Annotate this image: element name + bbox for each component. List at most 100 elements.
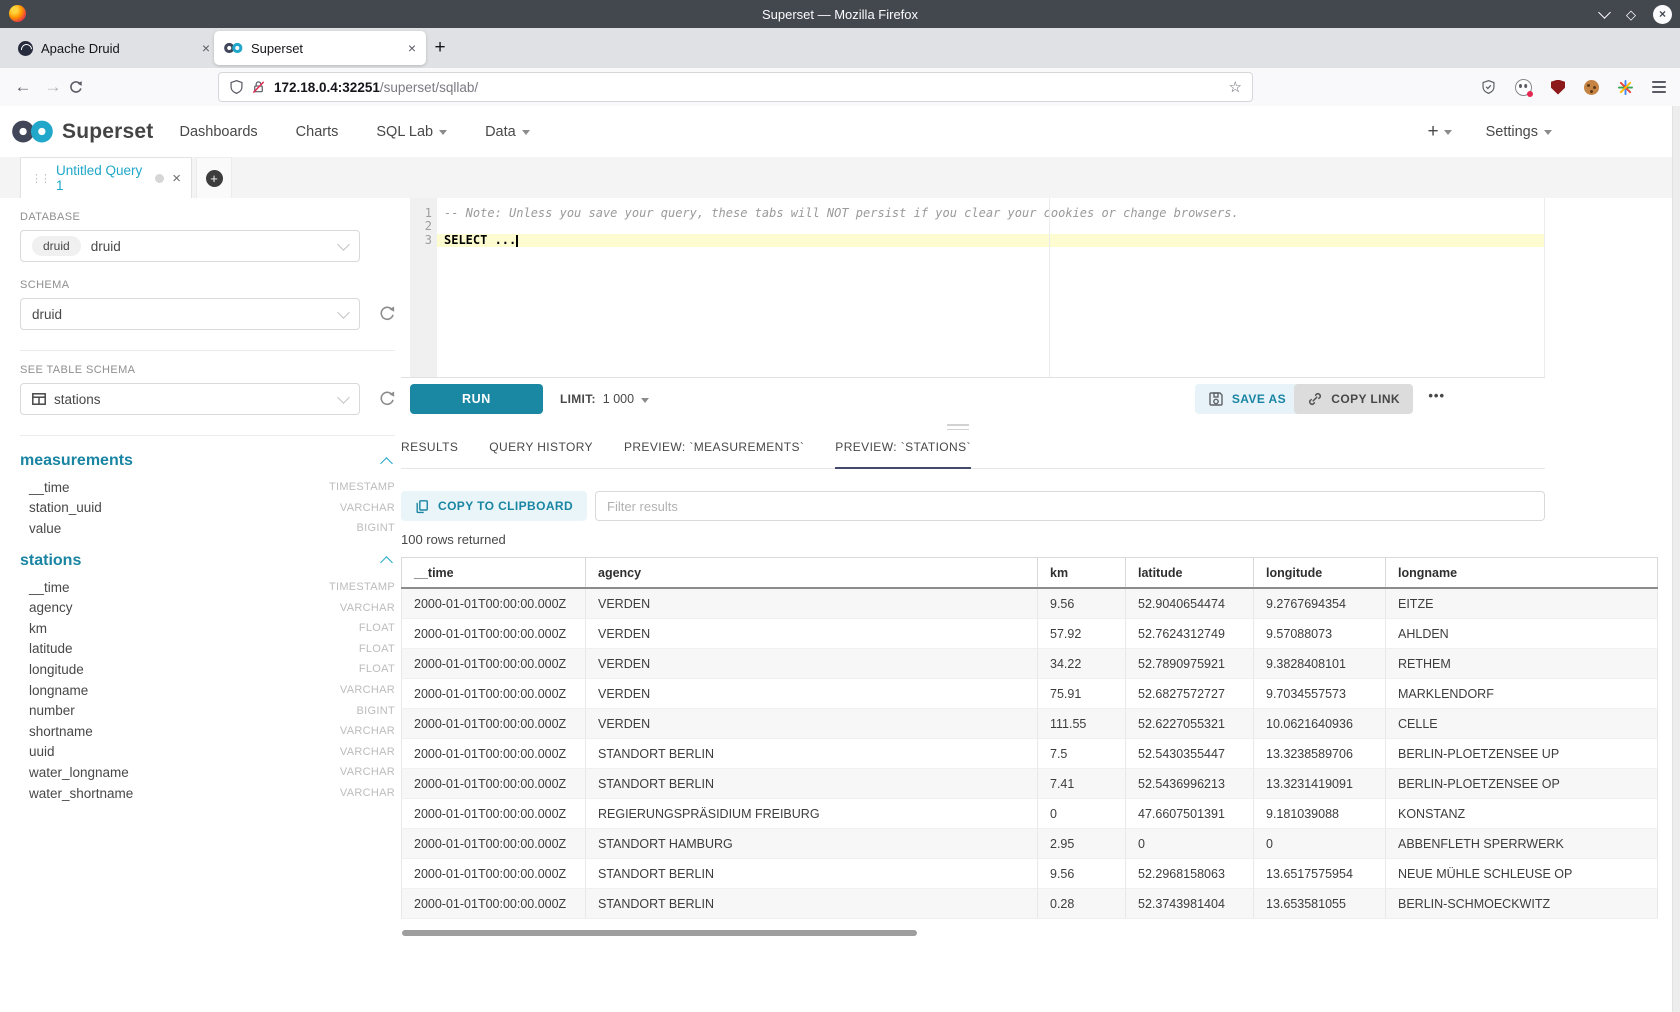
tab-preview-measurements[interactable]: PREVIEW: `MEASUREMENTS` [624, 440, 804, 468]
column-row: station_uuidVARCHAR [20, 498, 395, 519]
column-header-km[interactable]: km [1038, 558, 1126, 589]
column-row: agencyVARCHAR [20, 597, 395, 618]
chevron-up-icon[interactable] [380, 457, 393, 470]
save-as-label: SAVE AS [1232, 392, 1286, 406]
sparkle-extension-icon[interactable] [1618, 80, 1633, 95]
refresh-schemas-button[interactable] [378, 305, 395, 322]
editor-comment-line: -- Note: Unless you save your query, the… [437, 207, 1544, 220]
browser-tab-apache-druid[interactable]: Apache Druid × [8, 31, 220, 65]
filter-results-input[interactable] [595, 491, 1545, 521]
table-select[interactable]: stations [20, 383, 360, 415]
rows-returned-text: 100 rows returned [401, 532, 506, 547]
cookie-extension-icon[interactable] [1584, 80, 1599, 95]
column-header-agency[interactable]: agency [586, 558, 1038, 589]
url-bar[interactable]: 172.18.0.4:32251/superset/sqllab/ ☆ [218, 72, 1253, 102]
tab-query-history[interactable]: QUERY HISTORY [489, 440, 593, 468]
refresh-tables-button[interactable] [378, 390, 395, 407]
reload-button[interactable] [68, 80, 98, 95]
drag-handle-icon[interactable]: ⋮⋮ [31, 172, 49, 185]
back-button[interactable]: ← [8, 77, 38, 97]
save-icon [1208, 391, 1224, 407]
editor-toolbar: RUN LIMIT: 1 000 SAVE AS COPY LINK ••• [401, 377, 1545, 420]
table-row: 2000-01-01T00:00:00.000ZSTANDORT BERLIN9… [402, 859, 1658, 889]
table-row: 2000-01-01T00:00:00.000ZVERDEN57.9252.76… [402, 619, 1658, 649]
nav-data[interactable]: Data [485, 124, 530, 140]
tab-close-icon[interactable]: × [202, 40, 210, 56]
settings-menu[interactable]: Settings [1486, 124, 1552, 140]
table-row: 2000-01-01T00:00:00.000ZVERDEN9.5652.904… [402, 588, 1658, 619]
tab-results[interactable]: RESULTS [401, 440, 458, 468]
menu-hamburger-icon[interactable] [1652, 81, 1666, 92]
forward-button[interactable]: → [38, 77, 68, 97]
sqllab-sidebar: DATABASE druid druid SCHEMA druid SEE TA… [20, 198, 395, 803]
table-value: stations [54, 392, 339, 407]
editor-gutter: 1 2 3 [410, 198, 437, 377]
column-row: uuidVARCHAR [20, 742, 395, 763]
superset-logo[interactable]: Superset [12, 119, 153, 144]
schema-select[interactable]: druid [20, 298, 360, 330]
limit-dropdown[interactable]: LIMIT: 1 000 [560, 384, 649, 414]
mask-extension-icon[interactable] [1515, 79, 1532, 96]
schema-value: druid [32, 307, 339, 322]
limit-value: 1 000 [603, 392, 634, 406]
save-as-button[interactable]: SAVE AS [1195, 384, 1299, 414]
browser-tab-superset[interactable]: Superset × [214, 31, 426, 65]
run-button[interactable]: RUN [410, 384, 543, 414]
table-schema-measurements[interactable]: measurements [20, 452, 395, 470]
table-row: 2000-01-01T00:00:00.000ZSTANDORT BERLIN0… [402, 889, 1658, 919]
plus-circle-icon: + [206, 170, 223, 187]
chevron-down-icon [337, 306, 350, 319]
chevron-down-icon [337, 238, 350, 251]
chevron-up-icon[interactable] [380, 556, 393, 569]
shield-check-extension-icon[interactable] [1481, 79, 1496, 95]
column-row: numberBIGINT [20, 700, 395, 721]
new-tab-button[interactable]: + [428, 36, 452, 60]
divider [20, 435, 395, 436]
stations-columns: __timeTIMESTAMP agencyVARCHAR kmFLOAT la… [20, 577, 395, 804]
nav-charts[interactable]: Charts [296, 124, 339, 140]
vertical-scrollbar[interactable] [1672, 106, 1680, 1012]
add-query-tab-button[interactable]: + [196, 157, 232, 198]
query-tab-untitled-query-1[interactable]: ⋮⋮ Untitled Query 1 × [20, 157, 192, 198]
schema-label: SCHEMA [20, 279, 395, 291]
window-maximize-icon[interactable]: ◇ [1626, 8, 1636, 21]
new-item-button[interactable]: + [1427, 121, 1451, 143]
tab-preview-stations[interactable]: PREVIEW: `STATIONS` [835, 440, 971, 469]
table-schema-stations[interactable]: stations [20, 552, 395, 570]
database-select[interactable]: druid druid [20, 230, 360, 262]
url-host: 172.18.0.4:32251 [274, 80, 380, 95]
query-status-dot [155, 174, 164, 183]
query-tab-close-icon[interactable]: × [172, 170, 181, 187]
copy-link-button[interactable]: COPY LINK [1294, 384, 1413, 414]
chevron-down-icon [522, 130, 530, 135]
shield-icon[interactable] [229, 79, 244, 95]
druid-favicon-icon [18, 41, 33, 56]
nav-dashboards[interactable]: Dashboards [179, 124, 257, 140]
column-header-latitude[interactable]: latitude [1126, 558, 1254, 589]
column-header-longitude[interactable]: longitude [1254, 558, 1386, 589]
editor-content[interactable]: -- Note: Unless you save your query, the… [437, 198, 1544, 377]
bookmark-star-icon[interactable]: ☆ [1229, 78, 1242, 96]
window-minimize-icon[interactable] [1598, 6, 1611, 19]
column-header-time[interactable]: __time [402, 558, 586, 589]
window-close-button[interactable]: × [1653, 5, 1672, 24]
database-label: DATABASE [20, 211, 395, 223]
text-cursor [516, 235, 518, 247]
insecure-lock-icon[interactable] [251, 79, 266, 95]
table-row: 2000-01-01T00:00:00.000ZREGIERUNGSPRÄSID… [402, 799, 1658, 829]
pane-resize-handle[interactable] [947, 424, 969, 433]
more-actions-button[interactable]: ••• [1428, 388, 1445, 403]
results-controls: COPY TO CLIPBOARD [401, 491, 1545, 521]
sql-editor[interactable]: 1 2 3 -- Note: Unless you save your quer… [401, 198, 1545, 377]
tab-close-icon[interactable]: × [408, 40, 416, 56]
nav-sql-lab[interactable]: SQL Lab [376, 124, 447, 140]
copy-icon [415, 499, 429, 514]
horizontal-scrollbar[interactable] [402, 930, 917, 936]
superset-favicon-icon [224, 42, 243, 54]
column-row: water_longnameVARCHAR [20, 762, 395, 783]
divider [20, 350, 395, 351]
measurements-columns: __timeTIMESTAMP station_uuidVARCHAR valu… [20, 477, 395, 539]
ublock-extension-icon[interactable] [1551, 80, 1565, 95]
copy-to-clipboard-button[interactable]: COPY TO CLIPBOARD [401, 491, 587, 521]
column-header-longname[interactable]: longname [1386, 558, 1658, 589]
